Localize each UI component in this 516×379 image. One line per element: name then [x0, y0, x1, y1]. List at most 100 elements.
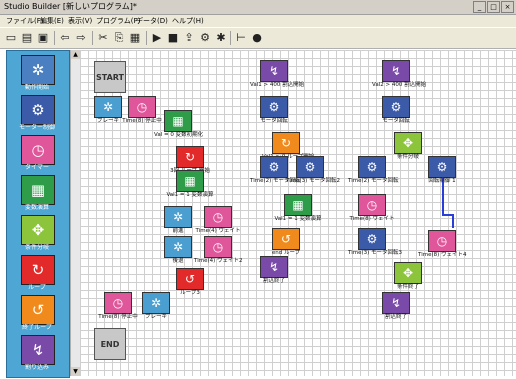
record-icon[interactable]: ● [250, 31, 264, 45]
program-block[interactable]: ↻ [176, 146, 204, 168]
program-block[interactable]: ⚙ [358, 228, 386, 250]
program-block[interactable]: ↻ [272, 132, 300, 154]
block-glyph-icon: ◷ [31, 141, 45, 159]
program-block[interactable]: ▦ [164, 110, 192, 132]
save-icon[interactable]: ▣ [36, 31, 50, 45]
block-label: Time(2) モータ回転 [348, 178, 399, 184]
palette-item[interactable]: ✲ 動作開始 [12, 55, 64, 95]
palette-block-icon[interactable]: ▦ [21, 175, 55, 205]
program-block[interactable]: ◷ [104, 292, 132, 314]
block-palette: ✲ 動作開始 ⚙ モーター制御 ◷ タイマー ▦ 変数演算 ✥ 条件分岐 ↻ ループ ↺ 終了ループ ↯ 割り… [6, 50, 70, 378]
palette-block-icon[interactable]: ↻ [21, 255, 55, 285]
palette-item[interactable]: ◷ タイマー [12, 135, 64, 175]
block-label: Time(3) モータ回転2 [286, 178, 340, 184]
palette-item[interactable]: ✥ 条件分岐 [12, 215, 64, 255]
run-icon[interactable]: ▶ [150, 31, 164, 45]
menu-data[interactable]: データ(D) [136, 16, 168, 26]
minimize-button[interactable]: _ [473, 1, 486, 13]
block-glyph-icon: ✥ [402, 136, 414, 150]
program-block[interactable]: ◷ [128, 96, 156, 118]
block-label: 割込終了 [384, 314, 407, 320]
program-block[interactable]: ▦ [284, 194, 312, 216]
program-block[interactable]: ✲ [142, 292, 170, 314]
toolbar-separator [92, 31, 93, 45]
block-glyph-icon: ⚙ [390, 100, 402, 114]
program-block[interactable]: ◷ [204, 236, 232, 258]
end-block[interactable]: END [94, 328, 126, 360]
menu-view[interactable]: 表示(V) [68, 16, 92, 26]
program-block[interactable]: ↯ [260, 256, 288, 278]
block-glyph-icon: ✲ [31, 61, 45, 79]
block-label: Time(3) モータ回転3 [348, 250, 402, 256]
program-block[interactable]: ⚙ [428, 156, 456, 178]
start-block[interactable]: START [94, 61, 126, 93]
program-block[interactable]: ⚙ [260, 156, 288, 178]
palette-block-icon[interactable]: ⚙ [21, 95, 55, 125]
stop-icon[interactable]: ■ [166, 31, 180, 45]
program-canvas[interactable]: START END ✲ ブレーキ ◷ Time(8) 停止中 ▦ Val = 0 変数初期… [80, 50, 516, 376]
menu-edit[interactable]: 編集(E) [40, 16, 64, 26]
block-glyph-icon: ◷ [212, 210, 224, 224]
bulb-icon[interactable]: ✱ [214, 31, 228, 45]
cut-icon[interactable]: ✂ [96, 31, 110, 45]
palette-block-icon[interactable]: ↺ [21, 295, 55, 325]
block-label: ブレーキ [144, 314, 167, 320]
block-glyph-icon: ▦ [172, 114, 184, 128]
block-glyph-icon: ✥ [31, 221, 45, 239]
program-block[interactable]: ◷ [358, 194, 386, 216]
program-block[interactable]: ↺ [176, 268, 204, 290]
menu-help[interactable]: ヘルプ(H) [172, 16, 204, 26]
palette-block-icon[interactable]: ✥ [21, 215, 55, 245]
program-block[interactable]: ◷ [428, 230, 456, 252]
palette-block-icon[interactable]: ↯ [21, 335, 55, 365]
palette-item-label: タイマー [24, 164, 49, 171]
palette-block-icon[interactable]: ◷ [21, 135, 55, 165]
block-glyph-icon: ▦ [30, 181, 46, 199]
block-label: Time(8) ウェイト4 [418, 252, 467, 258]
program-block[interactable]: ◷ [204, 206, 232, 228]
program-block[interactable]: ↯ [382, 292, 410, 314]
program-block[interactable]: ↯ [260, 60, 288, 82]
program-block[interactable]: ⚙ [382, 96, 410, 118]
program-block[interactable]: ✥ [394, 262, 422, 284]
program-block[interactable]: ▦ [176, 170, 204, 192]
close-button[interactable]: × [501, 1, 514, 13]
transfer-icon[interactable]: ⇪ [182, 31, 196, 45]
block-label: モータ回転 [260, 118, 288, 124]
scroll-down-icon[interactable]: ▼ [71, 367, 80, 376]
block-label: ループ3 [180, 290, 200, 296]
maximize-button[interactable]: □ [487, 1, 500, 13]
palette-item[interactable]: ↻ ループ [12, 255, 64, 295]
program-block[interactable]: ⚙ [358, 156, 386, 178]
block-glyph-icon: ✥ [402, 266, 414, 280]
menu-file[interactable]: ファイル(F) [6, 16, 44, 26]
palette-item[interactable]: ⚙ モーター制御 [12, 95, 64, 135]
scroll-up-icon[interactable]: ▲ [71, 50, 80, 59]
chart-icon[interactable]: ⊢ [234, 31, 248, 45]
palette-item[interactable]: ↯ 割り込み [12, 335, 64, 375]
open-folder-icon[interactable]: ▤ [20, 31, 34, 45]
paste-icon[interactable]: ▦ [128, 31, 142, 45]
program-block[interactable]: ✲ [164, 206, 192, 228]
forward-arrow-icon[interactable]: ⇨ [74, 31, 88, 45]
program-block[interactable]: ⚙ [260, 96, 288, 118]
new-file-icon[interactable]: ▭ [4, 31, 18, 45]
program-block[interactable]: ↯ [382, 60, 410, 82]
program-block[interactable]: ✲ [94, 96, 122, 118]
program-block[interactable]: ⚙ [296, 156, 324, 178]
program-block[interactable]: ✥ [394, 132, 422, 154]
program-block[interactable]: ✲ [164, 236, 192, 258]
connector-wire [442, 214, 452, 216]
copy-icon[interactable]: ⎘ [112, 31, 126, 45]
palette-item[interactable]: ▦ 変数演算 [12, 175, 64, 215]
palette-block-icon[interactable]: ✲ [21, 55, 55, 85]
palette-item[interactable]: ↺ 終了ループ [12, 295, 64, 335]
program-block[interactable]: ↺ [272, 228, 300, 250]
settings-icon[interactable]: ⚙ [198, 31, 212, 45]
vertical-scrollbar[interactable]: ▲ ▼ [70, 50, 80, 376]
block-glyph-icon: ⚙ [436, 160, 448, 174]
menu-program[interactable]: プログラム(P) [96, 16, 140, 26]
block-label: Time(4) ウェイト [195, 228, 241, 234]
back-arrow-icon[interactable]: ⇦ [58, 31, 72, 45]
block-glyph-icon: ⚙ [268, 100, 280, 114]
